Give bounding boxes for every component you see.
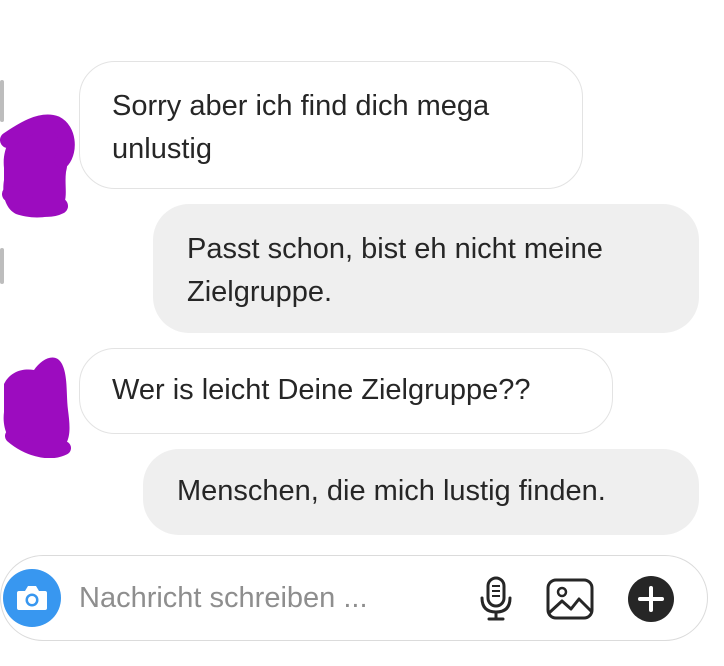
plus-icon: [628, 576, 674, 622]
sent-message[interactable]: Passt schon, bist eh nicht meine Zielgru…: [153, 204, 699, 333]
message-line: Sorry aber ich find dich mega: [112, 90, 490, 122]
message-line: Wer is leicht Deine Zielgruppe??: [112, 374, 531, 406]
message-line: unlustig: [112, 133, 212, 165]
redacted-avatar-scribble: [0, 114, 75, 218]
sent-message[interactable]: Menschen, die mich lustig finden.: [143, 449, 699, 535]
camera-button[interactable]: [3, 569, 61, 627]
message-input[interactable]: [79, 578, 449, 618]
camera-icon: [17, 586, 47, 610]
thread-edge-mark: [0, 248, 4, 284]
voice-message-button[interactable]: [471, 573, 521, 625]
message-thread: Sorry aber ich find dich mega unlustig P…: [0, 0, 724, 548]
gallery-icon: [546, 578, 594, 620]
microphone-icon: [480, 576, 512, 621]
more-options-button[interactable]: [625, 573, 677, 625]
gallery-button[interactable]: [542, 573, 598, 625]
message-line: Passt schon, bist eh nicht meine: [187, 233, 603, 265]
redacted-avatar-scribble: [3, 357, 71, 458]
received-message[interactable]: Wer is leicht Deine Zielgruppe??: [79, 348, 613, 434]
message-line: Menschen, die mich lustig finden.: [177, 475, 606, 507]
received-message[interactable]: Sorry aber ich find dich mega unlustig: [79, 61, 583, 189]
message-line: Zielgruppe.: [187, 276, 333, 308]
message-composer: [0, 555, 708, 641]
